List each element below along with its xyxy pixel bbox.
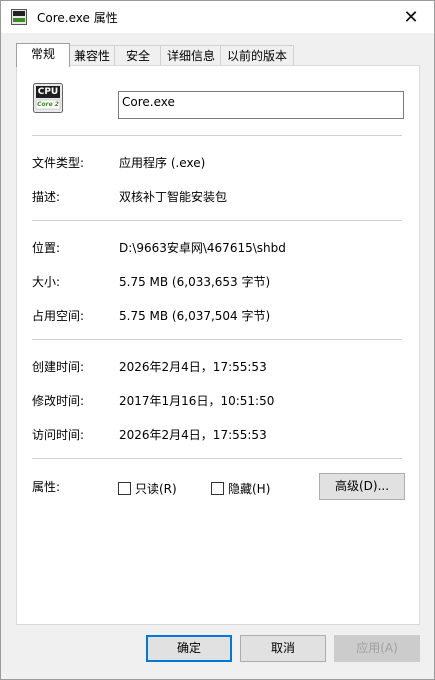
title-bar: Core.exe 属性 ✕ [1, 1, 434, 33]
size-on-disk-label: 占用空间: [32, 309, 85, 323]
properties-dialog: Core.exe 属性 ✕ 常规 兼容性 安全 详细信息 以前的版本 CPU C… [0, 0, 435, 680]
cpu-icon-bottom-text: Core 2 [37, 101, 59, 108]
created-value: 2026年2月4日，17:55:53 [119, 360, 267, 374]
separator [32, 458, 402, 459]
file-type-value: 应用程序 (.exe) [119, 156, 206, 170]
accessed-label: 访问时间: [32, 428, 85, 442]
created-label: 创建时间: [32, 360, 85, 374]
apply-button[interactable]: 应用(A) [334, 635, 420, 662]
size-value: 5.75 MB (6,033,653 字节) [119, 275, 271, 289]
size-label: 大小: [32, 275, 61, 289]
separator [32, 135, 402, 136]
checkbox-box [118, 482, 131, 495]
close-icon: ✕ [403, 6, 419, 28]
file-type-label: 文件类型: [32, 156, 85, 170]
ok-button[interactable]: 确定 [146, 635, 232, 662]
advanced-button[interactable]: 高级(D)... [319, 473, 405, 500]
cpu-icon-top-text: CPU [37, 87, 59, 97]
app-file-icon: CPU Core 2 [33, 83, 63, 113]
tab-security[interactable]: 安全 [114, 45, 162, 66]
description-label: 描述: [32, 190, 61, 204]
cancel-button[interactable]: 取消 [240, 635, 326, 662]
hidden-label: 隐藏(H) [228, 482, 271, 496]
modified-value: 2017年1月16日，10:51:50 [119, 394, 275, 408]
separator [32, 339, 402, 340]
tab-general[interactable]: 常规 [16, 43, 70, 67]
tab-details[interactable]: 详细信息 [160, 45, 222, 66]
cpu-icon [11, 9, 27, 25]
hidden-checkbox[interactable]: 隐藏(H) [211, 480, 270, 497]
general-panel: CPU Core 2 Core.exe 文件类型: 应用程序 (.exe) 描述… [16, 65, 420, 625]
file-name-field[interactable]: Core.exe [118, 91, 404, 119]
close-button[interactable]: ✕ [388, 1, 434, 33]
tab-compatibility[interactable]: 兼容性 [68, 45, 116, 66]
attributes-label: 属性: [32, 480, 61, 494]
location-label: 位置: [32, 241, 61, 255]
accessed-value: 2026年2月4日，17:55:53 [119, 428, 267, 442]
window-title: Core.exe 属性 [37, 11, 118, 25]
readonly-checkbox[interactable]: 只读(R) [118, 480, 177, 497]
readonly-label: 只读(R) [135, 482, 177, 496]
location-value: D:\9663安卓网\467615\shbd [119, 241, 286, 255]
description-value: 双核补丁智能安装包 [119, 190, 228, 204]
size-on-disk-value: 5.75 MB (6,037,504 字节) [119, 309, 271, 323]
separator [32, 220, 402, 221]
modified-label: 修改时间: [32, 394, 85, 408]
checkbox-box [211, 482, 224, 495]
tab-previous-versions[interactable]: 以前的版本 [220, 45, 294, 66]
